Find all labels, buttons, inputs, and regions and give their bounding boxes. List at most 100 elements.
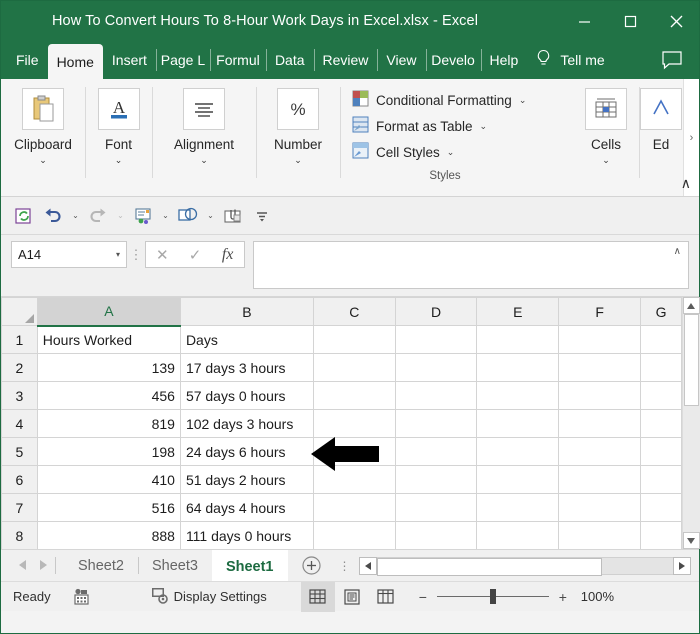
cell-f4[interactable] — [559, 410, 641, 438]
cell-a7[interactable]: 516 — [37, 494, 180, 522]
tell-me-box[interactable]: Tell me — [535, 41, 604, 79]
normal-view-button[interactable] — [301, 582, 335, 612]
cell-g6[interactable] — [641, 466, 682, 494]
zoom-in-button[interactable]: + — [557, 589, 569, 605]
cell-c7[interactable] — [313, 494, 395, 522]
zoom-level-label[interactable]: 100% — [581, 589, 614, 604]
cell-a3[interactable]: 456 — [37, 382, 180, 410]
cell-c4[interactable] — [313, 410, 395, 438]
tab-view[interactable]: View — [377, 41, 425, 79]
cell-f6[interactable] — [559, 466, 641, 494]
clipboard-caret-icon[interactable]: ⌄ — [39, 156, 47, 165]
cell-c6[interactable] — [313, 466, 395, 494]
cell-d6[interactable] — [395, 466, 477, 494]
cell-b8[interactable]: 111 days 0 hours — [180, 522, 313, 550]
vertical-scroll-thumb[interactable] — [684, 314, 699, 406]
zoom-thumb[interactable] — [490, 589, 496, 604]
cancel-edit-icon[interactable]: ✕ — [147, 242, 177, 267]
ribbon-group-alignment[interactable]: Alignment ⌄ — [152, 79, 256, 196]
chevron-down-icon[interactable]: ⌄ — [519, 95, 527, 106]
row-header-7[interactable]: 7 — [2, 494, 38, 522]
sheet-tab-sheet3[interactable]: Sheet3 — [138, 550, 212, 581]
sheet-tab-sheet1[interactable]: Sheet1 — [212, 550, 288, 581]
share-dropdown-caret-icon[interactable]: ⌄ — [159, 211, 172, 220]
cell-e7[interactable] — [477, 494, 559, 522]
zoom-out-button[interactable]: − — [417, 589, 429, 605]
share-contacts-icon[interactable] — [130, 204, 156, 228]
cell-a8[interactable]: 888 — [37, 522, 180, 550]
cell-b3[interactable]: 57 days 0 hours — [180, 382, 313, 410]
vertical-scrollbar[interactable] — [682, 297, 699, 549]
cell-g8[interactable] — [641, 522, 682, 550]
insert-function-icon[interactable]: fx — [213, 242, 243, 267]
scroll-up-button[interactable] — [683, 297, 700, 314]
zoom-track[interactable] — [437, 596, 549, 597]
cell-c3[interactable] — [313, 382, 395, 410]
cell-a1[interactable]: Hours Worked — [37, 326, 180, 354]
cell-e6[interactable] — [477, 466, 559, 494]
sheet-tab-sheet2[interactable]: Sheet2 — [64, 550, 138, 581]
row-header-5[interactable]: 5 — [2, 438, 38, 466]
cell-b1[interactable]: Days — [180, 326, 313, 354]
cells-caret-icon[interactable]: ⌄ — [602, 156, 610, 165]
ribbon-group-clipboard[interactable]: Clipboard ⌄ — [1, 79, 85, 196]
undo-dropdown-caret-icon[interactable]: ⌄ — [69, 211, 82, 220]
column-header-a[interactable]: A — [37, 298, 180, 326]
column-header-d[interactable]: D — [395, 298, 477, 326]
scroll-down-button[interactable] — [683, 532, 700, 549]
maximize-button[interactable] — [607, 1, 653, 41]
conditional-formatting-button[interactable]: Conditional Formatting ⌄ — [352, 87, 538, 113]
tab-page-layout[interactable]: Page L — [156, 41, 210, 79]
cell-g4[interactable] — [641, 410, 682, 438]
cell-c5[interactable] — [313, 438, 395, 466]
format-as-table-button[interactable]: Format as Table ⌄ — [352, 113, 538, 139]
name-box-dropdown-icon[interactable]: ▾ — [116, 250, 120, 259]
cell-styles-button[interactable]: Cell Styles ⌄ — [352, 139, 538, 165]
cell-g5[interactable] — [641, 438, 682, 466]
chevron-down-icon[interactable]: ⌄ — [447, 147, 455, 158]
column-header-f[interactable]: F — [559, 298, 641, 326]
cell-c8[interactable] — [313, 522, 395, 550]
close-button[interactable] — [653, 1, 699, 41]
alignment-caret-icon[interactable]: ⌄ — [200, 156, 208, 165]
row-header-3[interactable]: 3 — [2, 382, 38, 410]
shapes-icon[interactable] — [175, 204, 201, 228]
cell-e2[interactable] — [477, 354, 559, 382]
cell-f2[interactable] — [559, 354, 641, 382]
confirm-edit-icon[interactable]: ✓ — [180, 242, 210, 267]
display-settings-button[interactable]: Display Settings — [150, 586, 267, 607]
row-header-8[interactable]: 8 — [2, 522, 38, 550]
horizontal-scroll-track[interactable] — [377, 557, 674, 575]
minimize-button[interactable] — [561, 1, 607, 41]
tab-insert[interactable]: Insert — [103, 41, 156, 79]
cell-e3[interactable] — [477, 382, 559, 410]
cell-f8[interactable] — [559, 522, 641, 550]
cell-f5[interactable] — [559, 438, 641, 466]
column-header-c[interactable]: C — [313, 298, 395, 326]
select-all-button[interactable] — [2, 298, 38, 326]
cell-d7[interactable] — [395, 494, 477, 522]
zoom-slider[interactable]: − + — [417, 589, 569, 605]
cell-d1[interactable] — [395, 326, 477, 354]
tab-help[interactable]: Help — [481, 41, 528, 79]
chevron-down-icon[interactable]: ⌄ — [480, 121, 488, 132]
cell-d4[interactable] — [395, 410, 477, 438]
cell-g1[interactable] — [641, 326, 682, 354]
page-break-preview-button[interactable] — [369, 582, 403, 612]
cell-d8[interactable] — [395, 522, 477, 550]
refresh-save-icon[interactable] — [11, 204, 37, 228]
redo-dropdown-caret-icon[interactable]: ⌄ — [114, 211, 127, 220]
hscroll-left-button[interactable] — [359, 557, 377, 575]
cell-g3[interactable] — [641, 382, 682, 410]
cell-e4[interactable] — [477, 410, 559, 438]
shapes-dropdown-caret-icon[interactable]: ⌄ — [204, 211, 217, 220]
tab-review[interactable]: Review — [314, 41, 378, 79]
accessibility-checker-icon[interactable] — [73, 588, 92, 606]
ribbon-group-font[interactable]: A Font ⌄ — [85, 79, 152, 196]
cell-a6[interactable]: 410 — [37, 466, 180, 494]
column-header-g[interactable]: G — [641, 298, 682, 326]
vertical-scroll-track[interactable] — [683, 314, 700, 532]
redo-icon[interactable] — [85, 204, 111, 228]
cell-g7[interactable] — [641, 494, 682, 522]
formula-input[interactable]: ∧ — [253, 241, 689, 289]
